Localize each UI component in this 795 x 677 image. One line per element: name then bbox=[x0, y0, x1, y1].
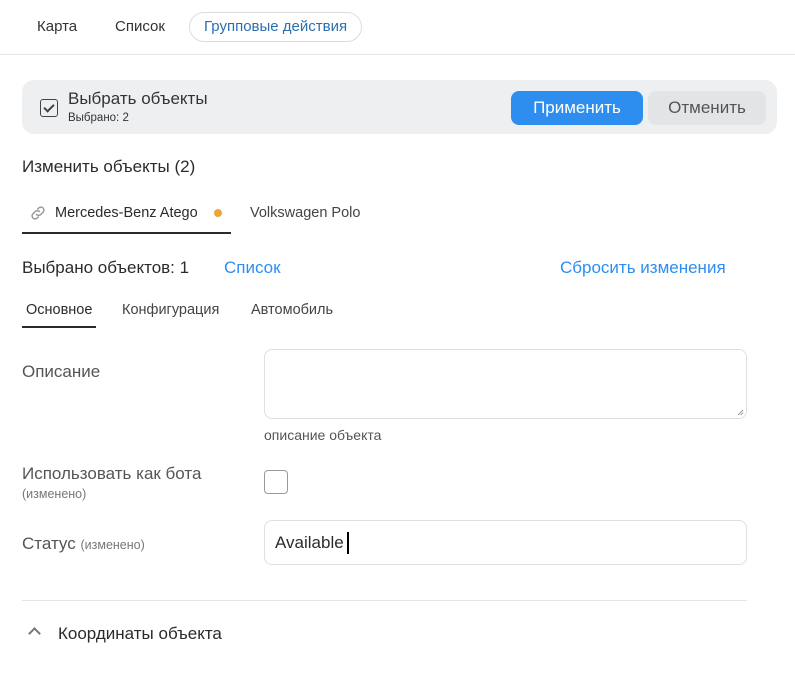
tab-map[interactable]: Карта bbox=[23, 12, 91, 42]
tab-group-actions[interactable]: Групповые действия bbox=[189, 12, 363, 42]
select-objects-bar: Выбрать объекты Выбрано: 2 Применить Отм… bbox=[22, 80, 777, 134]
text-cursor bbox=[347, 532, 349, 554]
use-as-bot-label: Использовать как бота bbox=[22, 464, 202, 483]
description-hint: описание объекта bbox=[264, 427, 382, 443]
reset-changes-link[interactable]: Сбросить изменения bbox=[560, 258, 726, 278]
tab-vehicle[interactable]: Автомобиль bbox=[251, 302, 333, 318]
link-icon bbox=[31, 206, 45, 220]
object-tab-mercedes[interactable]: Mercedes-Benz Atego bbox=[22, 196, 231, 234]
use-as-bot-modified-note: (изменено) bbox=[22, 487, 87, 501]
status-modified-note: (изменено) bbox=[80, 538, 145, 552]
status-label-text: Статус bbox=[22, 534, 76, 553]
use-as-bot-checkbox[interactable] bbox=[264, 470, 288, 494]
tab-list[interactable]: Список bbox=[101, 12, 179, 42]
object-tab-volkswagen[interactable]: Volkswagen Polo bbox=[250, 205, 360, 221]
resize-handle-icon[interactable] bbox=[737, 409, 744, 416]
status-label: Статус (изменено) bbox=[22, 534, 145, 554]
tab-configuration[interactable]: Конфигурация bbox=[122, 302, 219, 318]
description-label: Описание bbox=[22, 362, 101, 381]
selected-objects-count: Выбрано объектов: 1 bbox=[22, 258, 190, 277]
top-tab-bar: Карта Список Групповые действия bbox=[0, 0, 795, 55]
modified-dot bbox=[214, 209, 222, 217]
selected-count: Выбрано: 2 bbox=[68, 112, 129, 124]
divider bbox=[22, 600, 747, 601]
apply-button[interactable]: Применить bbox=[511, 91, 643, 125]
select-objects-title: Выбрать объекты bbox=[68, 89, 208, 108]
edit-objects-title: Изменить объекты (2) bbox=[22, 157, 196, 176]
description-field[interactable] bbox=[264, 349, 747, 419]
list-link[interactable]: Список bbox=[224, 258, 281, 278]
coordinates-section-toggle[interactable]: Координаты объекта bbox=[58, 624, 222, 644]
cancel-button[interactable]: Отменить bbox=[648, 91, 766, 125]
object-tab-label: Mercedes-Benz Atego bbox=[55, 205, 198, 221]
status-input[interactable] bbox=[264, 520, 747, 565]
tab-basic[interactable]: Основное bbox=[22, 302, 97, 328]
checkbox-checked-icon bbox=[40, 99, 58, 117]
chevron-up-icon[interactable] bbox=[28, 627, 41, 640]
object-tabs: Mercedes-Benz Atego Volkswagen Polo bbox=[22, 196, 777, 234]
